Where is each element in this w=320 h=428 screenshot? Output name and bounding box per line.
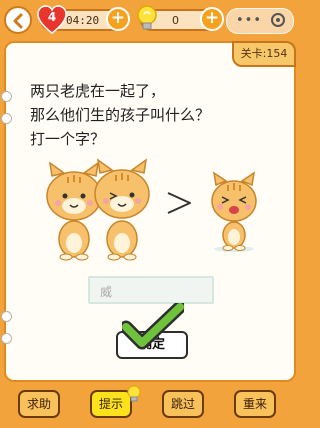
back-button[interactable]: [4, 6, 32, 34]
hints-pill: 0 +: [137, 5, 224, 31]
binder-ring: [1, 333, 12, 344]
back-arrow-icon: [13, 13, 23, 29]
level-badge: 关卡:154: [232, 41, 296, 67]
lightbulb-icon: [137, 5, 157, 30]
close-mini-program-icon[interactable]: [271, 13, 285, 27]
timer-text: 04:20: [66, 14, 100, 27]
skip-button[interactable]: 跳过: [162, 390, 204, 418]
restart-button[interactable]: 重来: [234, 390, 276, 418]
binder-ring: [1, 113, 12, 124]
question-line: 两只老虎在一起了，: [30, 82, 166, 100]
hint-bulb-icon: [127, 385, 141, 402]
mini-program-capsule: •••: [226, 8, 294, 34]
binder-ring: [1, 311, 12, 322]
help-button[interactable]: 求助: [18, 390, 60, 418]
heart-icon: 4: [36, 5, 68, 35]
question-line: 那么他们生的孩子叫什么？: [30, 106, 211, 124]
tiger-right-icon: [94, 158, 150, 261]
hints-count: 0: [172, 14, 179, 27]
top-bar: 4 04:20 + 0 + •••: [0, 0, 300, 38]
question-text: 两只老虎在一起了， 那么他们生的孩子叫什么？ 打一个字？: [30, 79, 280, 151]
question-card: 关卡:154 两只老虎在一起了， 那么他们生的孩子叫什么？ 打一个字？ 威 确定: [1, 41, 296, 382]
lives-count: 4: [47, 10, 57, 24]
binder-ring: [1, 91, 12, 102]
add-lives-button[interactable]: +: [106, 7, 130, 31]
bottom-toolbar: 求助 提示 跳过 重来: [0, 385, 300, 428]
tiger-cub-icon: [211, 171, 257, 252]
question-line: 打一个字？: [30, 130, 106, 148]
arrow-icon: [167, 192, 191, 214]
tiger-left-icon: [46, 161, 102, 261]
more-menu-icon[interactable]: •••: [236, 13, 262, 28]
tiger-illustration: [46, 158, 257, 261]
confirm-area: 确定: [110, 303, 200, 365]
lives-timer-pill: 4 04:20 +: [37, 5, 130, 34]
answer-text: 威: [100, 285, 113, 299]
add-hints-button[interactable]: +: [200, 7, 224, 31]
checkmark-icon: [122, 303, 184, 350]
answer-input[interactable]: 威: [88, 276, 214, 304]
